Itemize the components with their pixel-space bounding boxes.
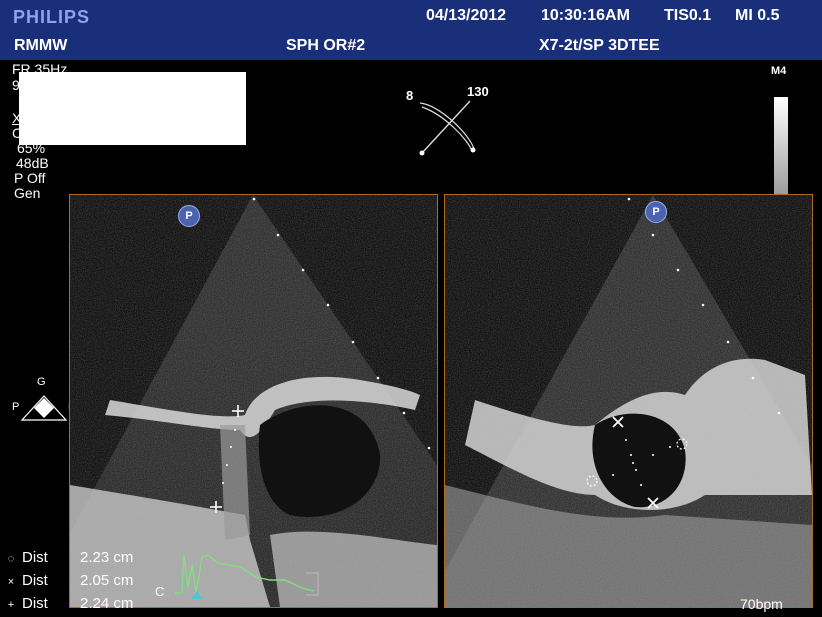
probe-label: X7-2t/SP 3DTEE [539,37,660,54]
header-bar: PHILIPS 04/13/2012 10:30:16AM TIS0.1 MI … [0,0,822,60]
measurement-row: ◌ Dist 2.23 cm [0,549,134,566]
heart-rate: 70bpm [740,596,783,612]
redaction-box [19,72,246,145]
location-label: SPH OR#2 [286,37,366,54]
image-panel-right[interactable]: P [444,194,813,608]
plus-marker-icon: + [7,599,15,611]
ultrasound-image-right [445,195,812,607]
measurement-value: 2.24 cm [80,595,134,612]
ecg-label-fragment: C [155,584,165,599]
measurement-row: × Dist 2.05 cm [0,572,134,589]
tis-value: TIS0.1 [664,7,712,24]
image-panel-left[interactable]: P [69,194,438,608]
brand-logo: PHILIPS [13,7,91,27]
probe-marker-icon: P [178,205,200,227]
gain-db: 48dB [16,155,49,171]
measurement-value: 2.05 cm [80,572,134,589]
exam-time: 10:30:16AM [541,7,630,24]
mi-value: MI 0.5 [735,7,780,24]
ultrasound-image-left [70,195,437,607]
grayscale-map-label: M4 [771,65,787,77]
orientation-icon [20,395,68,421]
orientation-top: G [37,376,46,388]
circle-x-marker-icon: ◌ [7,553,15,565]
probe-marker-icon: P [645,201,667,223]
x-marker-icon: × [7,576,15,588]
preset-gen: Gen [14,185,41,201]
persistence: P Off [14,170,46,186]
measurement-value: 2.23 cm [80,549,134,566]
orientation-left: P [12,401,20,413]
omniplane-icon [419,100,476,156]
exam-date: 04/13/2012 [426,7,507,24]
measurement-row: + Dist 2.24 cm [0,595,134,612]
patient-id: RMMW [14,37,68,54]
